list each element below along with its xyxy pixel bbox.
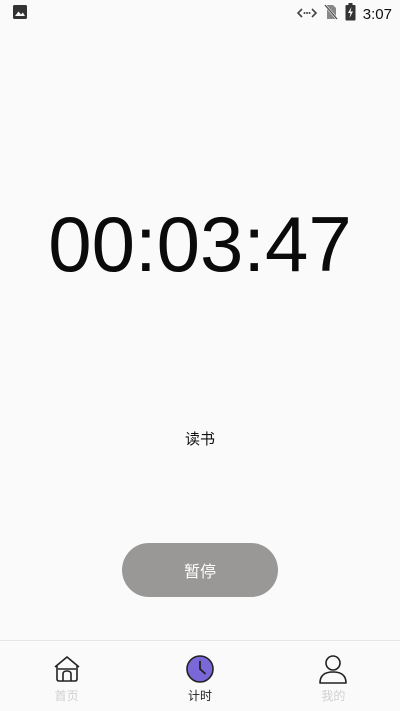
home-icon <box>52 654 82 684</box>
data-transfer-icon <box>296 5 317 24</box>
person-icon <box>318 654 348 684</box>
bottom-nav: 首页 计时 我的 <box>0 640 400 711</box>
no-sim-icon <box>323 4 338 24</box>
elapsed-time-display: 00:03:47 <box>48 200 352 288</box>
status-bar: 3:07 <box>0 0 400 28</box>
nav-item-timer[interactable]: 计时 <box>133 641 266 711</box>
clock-icon <box>185 654 215 684</box>
nav-label-timer: 计时 <box>187 689 212 703</box>
image-icon <box>12 4 28 24</box>
nav-label-profile: 我的 <box>321 689 346 703</box>
pause-button[interactable]: 暂停 <box>122 543 278 597</box>
task-name: 读书 <box>184 430 215 448</box>
status-time: 3:07 <box>362 5 392 23</box>
battery-charging-icon <box>345 3 356 25</box>
timer-screen: 3:07 00:03:47 读书 暂停 首页 计时 我的 <box>0 0 400 711</box>
nav-item-profile[interactable]: 我的 <box>267 641 400 711</box>
nav-item-home[interactable]: 首页 <box>0 641 133 711</box>
nav-label-home: 首页 <box>54 689 79 703</box>
